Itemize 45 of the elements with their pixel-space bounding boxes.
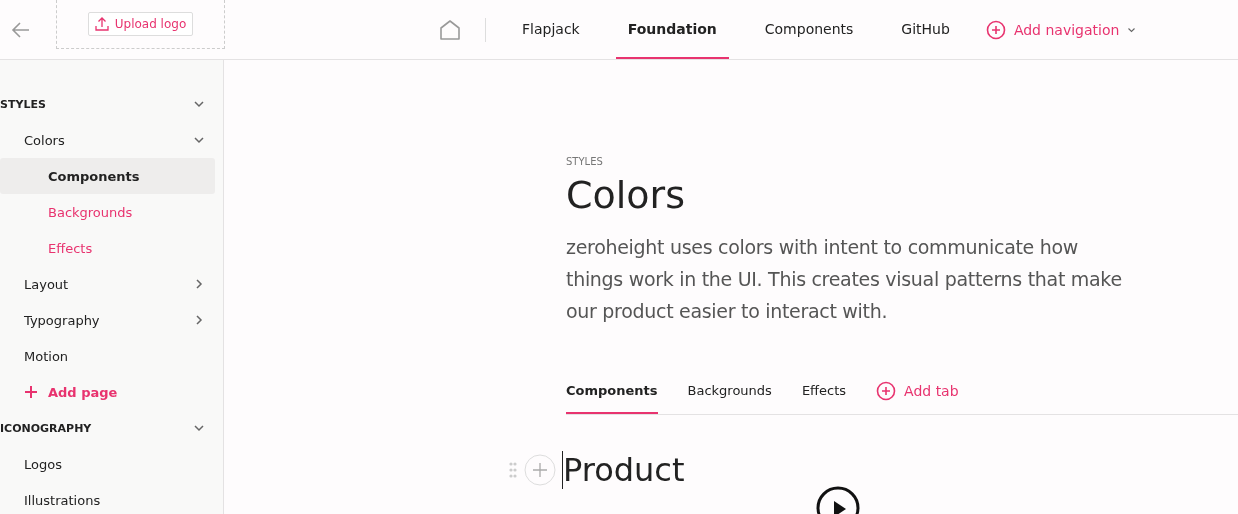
home-icon[interactable] (439, 18, 461, 41)
sidebar-item[interactable]: Illustrations (0, 482, 215, 514)
nav-tab[interactable]: Components (752, 0, 866, 59)
page-tab[interactable]: Components (566, 367, 658, 414)
sidebar-section-header[interactable]: STYLES (0, 86, 215, 122)
page-title: Colors (566, 173, 686, 217)
sidebar-item[interactable]: Effects (0, 230, 215, 266)
sidebar-item[interactable]: Layout (0, 266, 215, 302)
item-label: Logos (24, 456, 63, 472)
sidebar-item[interactable]: Typography (0, 302, 215, 338)
section-title: STYLES (0, 97, 47, 111)
page-tab[interactable]: Effects (801, 367, 847, 414)
chevron-down-icon[interactable] (193, 422, 205, 434)
section-label: STYLES (566, 156, 604, 167)
chevron-down-icon[interactable] (193, 98, 205, 110)
section-title: ICONOGRAPHY (0, 421, 93, 435)
add-icon (985, 19, 1006, 40)
item-label: Illustrations (24, 492, 102, 508)
sidebar-item[interactable]: Components (0, 158, 215, 194)
item-label: Motion (24, 348, 70, 364)
plus-icon (24, 385, 38, 399)
add-icon (876, 380, 897, 401)
add-tab-button[interactable]: Add tab (876, 380, 959, 401)
drag-handle-icon[interactable] (508, 460, 518, 480)
upload-logo-button[interactable]: Upload logo (87, 12, 194, 36)
item-label: Layout (24, 276, 70, 292)
intro-paragraph: zeroheight uses colors with intent to communicate how things work in the UI. This creates visual patterns that make our product easier to interact with. (566, 235, 1123, 324)
nav-tab[interactable]: Foundation (615, 0, 729, 59)
chevron-right-icon[interactable] (193, 278, 205, 290)
sidebar-item[interactable]: Motion (0, 338, 215, 374)
item-label: Typography (24, 312, 101, 328)
section-heading[interactable]: Product (562, 451, 685, 489)
chevron-right-icon[interactable] (193, 314, 205, 326)
add-navigation-button[interactable]: Add navigation (985, 19, 1137, 40)
add-page-button[interactable]: Add page (0, 374, 215, 410)
sidebar-section-header[interactable]: ICONOGRAPHY (0, 410, 215, 446)
sidebar-item[interactable]: Backgrounds (0, 194, 215, 230)
upload-icon (94, 17, 109, 31)
sidebar-item[interactable]: Colors (0, 122, 215, 158)
chevron-down-icon[interactable] (193, 134, 205, 146)
page-tab[interactable]: Backgrounds (687, 367, 772, 414)
nav-tab[interactable]: GitHub (889, 0, 962, 59)
nav-tab[interactable]: Flapjack (510, 0, 592, 59)
item-label: Colors (24, 132, 66, 148)
sidebar-item[interactable]: Logos (0, 446, 215, 482)
